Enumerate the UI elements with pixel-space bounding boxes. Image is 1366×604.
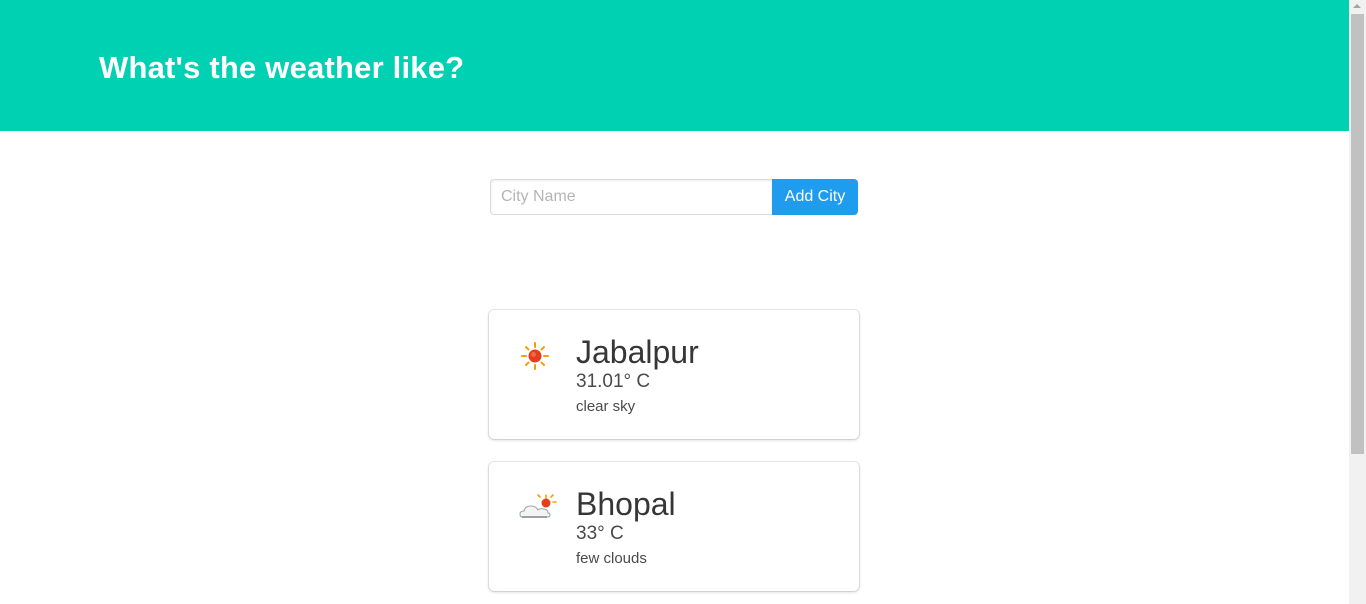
weather-card: Bhopal 33° C few clouds <box>489 462 859 591</box>
scroll-up-arrow-icon[interactable] <box>1353 4 1361 8</box>
vertical-scrollbar[interactable] <box>1349 0 1366 604</box>
weather-card: Jabalpur 31.01° C clear sky <box>489 310 859 439</box>
weather-app: What's the weather like? Add City <box>0 0 1366 604</box>
city-name: Jabalpur <box>576 334 699 370</box>
temperature: 31.01° C <box>576 371 651 392</box>
add-city-button[interactable]: Add City <box>772 179 858 215</box>
scrollbar-thumb[interactable] <box>1351 14 1364 454</box>
weather-description: few clouds <box>576 550 647 567</box>
few-clouds-icon <box>517 492 557 524</box>
weather-description: clear sky <box>576 398 636 415</box>
city-name: Bhopal <box>576 486 676 522</box>
temperature: 33° C <box>576 523 624 544</box>
page-title: What's the weather like? <box>99 50 465 85</box>
add-city-form: Add City <box>490 179 858 215</box>
hero-header: What's the weather like? <box>0 0 1349 131</box>
city-name-input[interactable] <box>490 179 772 215</box>
clear-sky-sun-icon <box>517 340 557 372</box>
